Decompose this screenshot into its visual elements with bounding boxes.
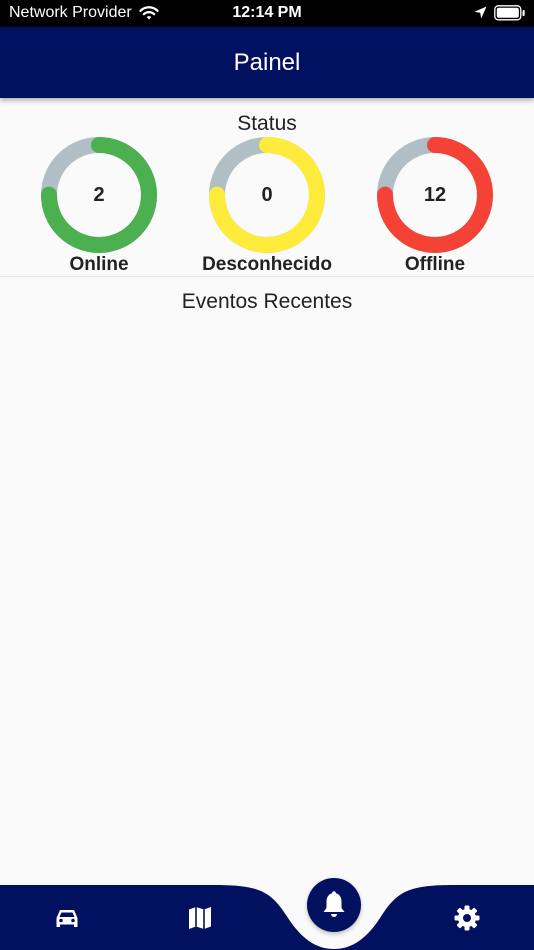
unknown-gauge: 0 bbox=[208, 136, 326, 254]
online-count: 2 bbox=[93, 184, 105, 206]
online-gauge: 2 bbox=[40, 136, 158, 254]
nav-settings[interactable] bbox=[452, 903, 482, 933]
gear-icon bbox=[454, 905, 480, 931]
battery-icon bbox=[494, 5, 526, 26]
unknown-label: Desconhecido bbox=[202, 254, 332, 275]
offline-label: Offline bbox=[404, 254, 466, 275]
nav-map[interactable] bbox=[185, 903, 215, 933]
status-section-title: Status bbox=[237, 112, 297, 135]
app-bar: Painel bbox=[0, 27, 534, 98]
offline-gauge: 12 bbox=[376, 136, 494, 254]
bottom-nav bbox=[0, 883, 534, 950]
section-divider bbox=[0, 276, 534, 277]
page-title: Painel bbox=[233, 49, 301, 76]
map-icon bbox=[189, 907, 211, 929]
nav-vehicles[interactable] bbox=[52, 903, 82, 933]
status-bar: Network Provider 12:14 PM bbox=[0, 0, 534, 27]
unknown-count: 0 bbox=[261, 184, 273, 206]
recent-events-title: Eventos Recentes bbox=[181, 290, 353, 313]
location-arrow-icon bbox=[474, 6, 487, 24]
offline-count: 12 bbox=[423, 184, 447, 206]
bell-icon bbox=[323, 891, 345, 917]
car-icon bbox=[56, 910, 78, 927]
nav-notifications[interactable] bbox=[307, 878, 361, 932]
clock-time: 12:14 PM bbox=[232, 4, 302, 21]
online-label: Online bbox=[69, 254, 129, 275]
